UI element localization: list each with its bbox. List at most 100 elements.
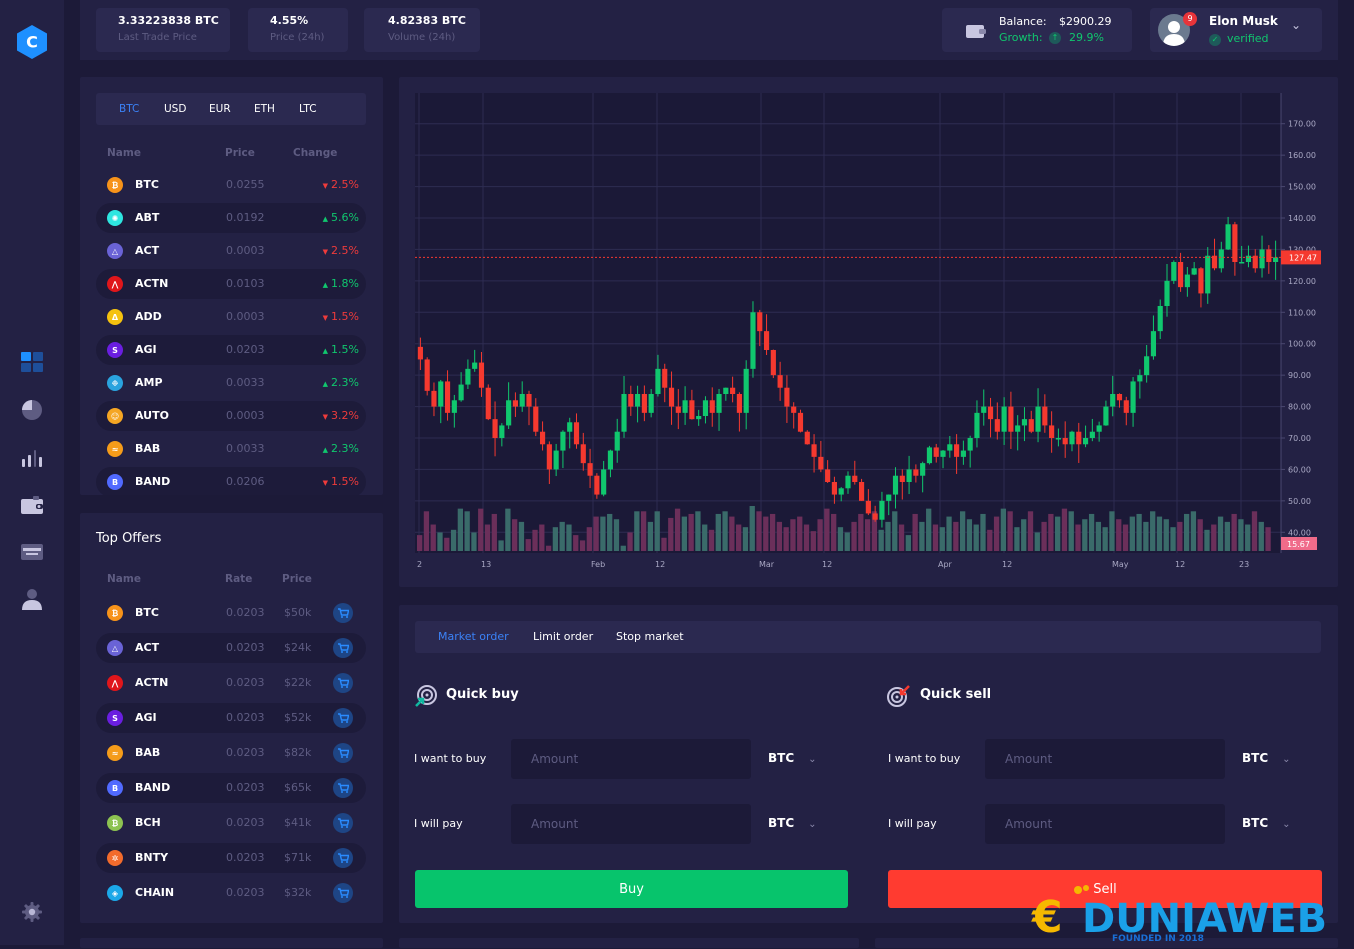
offer-price: $52k	[284, 711, 312, 724]
volume-bar	[763, 516, 769, 551]
coin-price: 0.0033	[226, 376, 265, 389]
candle-body	[1266, 249, 1272, 262]
coin-symbol: BNTY	[135, 851, 169, 864]
buy-button[interactable]: Buy	[415, 870, 848, 908]
sell-currency-select[interactable]: BTC ⌄	[1242, 751, 1291, 765]
buy-currency-select[interactable]: BTC ⌄	[768, 751, 817, 765]
volume-bar	[539, 524, 545, 551]
tab-ltc[interactable]: LTC	[299, 103, 344, 115]
market-row[interactable]: ✺ ABT 0.0192 ▲ 5.6%	[96, 203, 366, 233]
buy-offer-button[interactable]	[333, 778, 353, 798]
candlestick-chart[interactable]: 170.00160.00150.00140.00130.00120.00110.…	[399, 77, 1338, 587]
volume-bar	[484, 524, 491, 551]
sidebar-item-dashboard[interactable]	[20, 350, 44, 374]
volume-bar	[498, 540, 504, 551]
candle-body	[974, 412, 980, 438]
market-row[interactable]: ₿ BTC 0.0255 ▼ 2.5%	[96, 170, 366, 200]
coin-change: ▼ 1.5%	[304, 310, 359, 323]
order-panel: Market order Limit order Stop market Qui…	[399, 605, 1338, 923]
coin-symbol: AUTO	[135, 409, 169, 422]
candle-body	[743, 368, 749, 413]
panel-edge	[80, 938, 383, 948]
buy-pay-input[interactable]	[511, 804, 751, 844]
market-row[interactable]: Δ ADD 0.0003 ▼ 1.5%	[96, 302, 366, 332]
sidebar-item-statistics[interactable]	[20, 446, 44, 470]
volume-bar	[722, 511, 728, 551]
growth-value: 29.9%	[1069, 31, 1104, 44]
market-row[interactable]: B BAND 0.0206 ▼ 1.5%	[96, 467, 366, 495]
quick-buy-title: Quick buy	[446, 687, 519, 702]
candle-body	[444, 381, 451, 413]
candle-body	[709, 400, 715, 413]
col-header-price: Price	[225, 147, 255, 159]
buy-offer-button[interactable]	[333, 638, 353, 658]
buy-offer-button[interactable]	[333, 848, 353, 868]
coin-price: 0.0003	[226, 409, 265, 422]
candle-body	[546, 444, 552, 470]
triangle-down-icon: ▼	[322, 314, 329, 322]
buy-amount-input[interactable]	[511, 739, 751, 779]
app-logo[interactable]: C	[14, 24, 50, 60]
candle-body	[1205, 255, 1211, 294]
candle-body	[594, 475, 600, 495]
volume-bar	[1245, 524, 1251, 551]
sidebar-item-wallet[interactable]	[20, 493, 44, 517]
triangle-up-icon: ▲	[322, 347, 329, 355]
user-menu[interactable]: 9 Elon Musk ✓ verified ⌄	[1150, 8, 1322, 52]
buy-offer-button[interactable]	[333, 673, 353, 693]
candle-body	[519, 394, 525, 407]
candle-body	[648, 394, 654, 413]
tab-market-order[interactable]: Market order	[438, 630, 509, 643]
market-row[interactable]: ⋀ ACTN 0.0103 ▲ 1.8%	[96, 269, 366, 299]
currency-label: BTC	[1242, 816, 1269, 830]
buy-offer-button[interactable]	[333, 603, 353, 623]
col-header-name: Name	[107, 147, 141, 159]
candle-body	[1069, 431, 1075, 445]
buy-offer-button[interactable]	[333, 813, 353, 833]
coin-price: 0.0033	[226, 442, 265, 455]
sell-pay-currency-select[interactable]: BTC ⌄	[1242, 816, 1291, 830]
buy-offer-button[interactable]	[333, 708, 353, 728]
candle-body	[865, 500, 871, 514]
chevron-down-icon[interactable]: ⌄	[1291, 18, 1301, 32]
volume-bar	[607, 513, 613, 551]
tab-eth[interactable]: ETH	[254, 103, 299, 115]
tab-stop-market[interactable]: Stop market	[616, 630, 684, 643]
coin-change: ▲ 5.6%	[304, 211, 359, 224]
market-row[interactable]: ≈ BAB 0.0033 ▲ 2.3%	[96, 434, 366, 464]
triangle-down-icon: ▼	[322, 248, 329, 256]
settings-button[interactable]	[20, 900, 44, 924]
buy-offer-button[interactable]	[333, 883, 353, 903]
candle-body	[1021, 419, 1028, 426]
sidebar-item-cards[interactable]	[20, 540, 44, 564]
sidebar-item-profile[interactable]	[20, 587, 44, 611]
candle-body	[1001, 406, 1007, 432]
volume-bar	[878, 529, 884, 551]
tab-eur[interactable]: EUR	[209, 103, 254, 115]
sidebar-item-analytics[interactable]	[20, 398, 44, 422]
candle-body	[560, 431, 566, 451]
offer-rate: 0.0203	[226, 641, 265, 654]
volume-bar	[1265, 527, 1271, 551]
tab-usd[interactable]: USD	[164, 103, 209, 115]
pay-currency-select[interactable]: BTC ⌄	[768, 816, 817, 830]
buy-offer-button[interactable]	[333, 743, 353, 763]
x-tick-label: 2	[417, 560, 422, 569]
market-row[interactable]: ☺ AUTO 0.0003 ▼ 3.2%	[96, 401, 366, 431]
sell-pay-input[interactable]	[985, 804, 1225, 844]
volume-bar	[756, 511, 762, 551]
sell-amount-input[interactable]	[985, 739, 1225, 779]
tab-limit-order[interactable]: Limit order	[533, 630, 593, 643]
market-row[interactable]: △ ACT 0.0003 ▼ 2.5%	[96, 236, 366, 266]
candle-body	[1239, 262, 1245, 264]
svg-text:C: C	[26, 33, 38, 52]
target-buy-icon	[415, 685, 437, 707]
candle-body	[438, 381, 444, 407]
market-row[interactable]: ❉ AMP 0.0033 ▲ 2.3%	[96, 368, 366, 398]
notification-badge[interactable]: 9	[1183, 12, 1197, 26]
tab-btc[interactable]: BTC	[119, 103, 164, 115]
volume-bar	[532, 529, 538, 551]
coin-price: 0.0255	[226, 178, 265, 191]
candle-body	[668, 387, 675, 407]
market-row[interactable]: S AGI 0.0203 ▲ 1.5%	[96, 335, 366, 365]
